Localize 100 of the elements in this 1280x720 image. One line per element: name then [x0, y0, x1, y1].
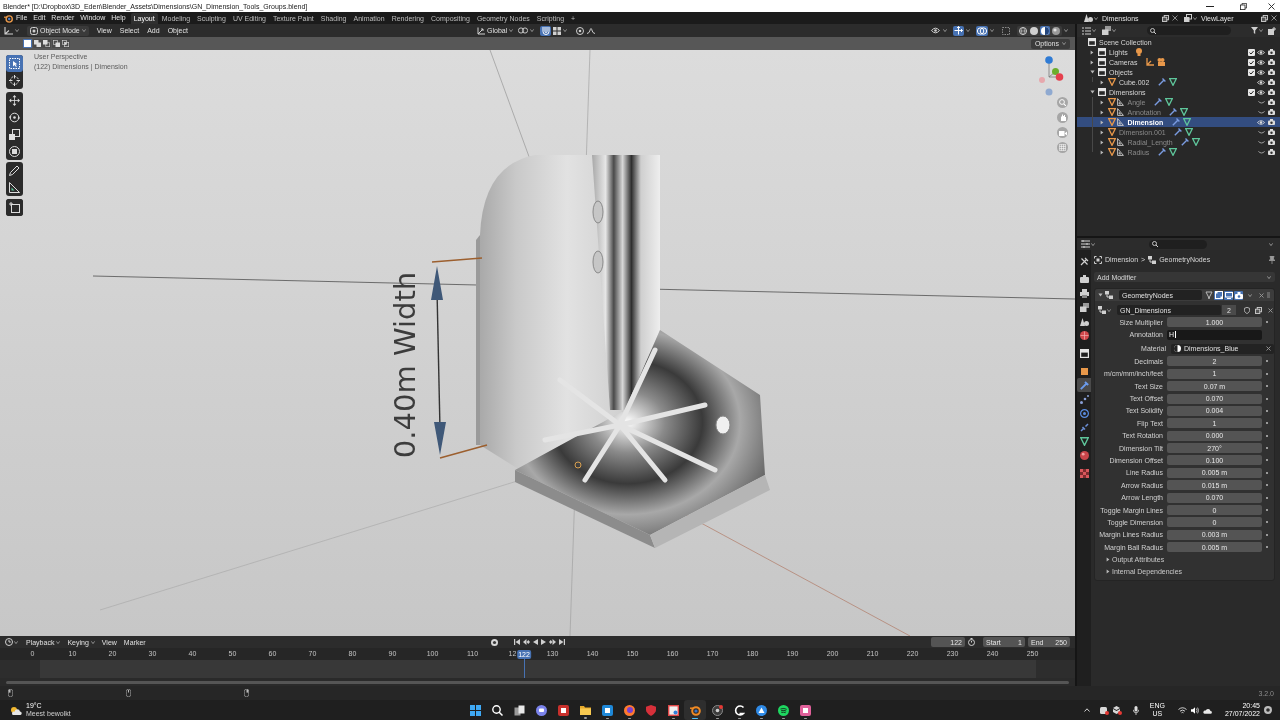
navigation-gizmo[interactable] [1038, 56, 1064, 96]
close-icon[interactable] [1266, 346, 1271, 352]
chevron-icon[interactable] [1090, 90, 1095, 94]
camera-icon[interactable] [1267, 59, 1275, 65]
camera-icon[interactable] [1267, 79, 1275, 85]
properties-tab[interactable] [1077, 300, 1091, 314]
stacked-images-icon[interactable] [1102, 26, 1111, 35]
closed-eye-icon[interactable] [1257, 130, 1265, 134]
shapes-icon[interactable] [1084, 14, 1093, 22]
triangle-icon[interactable] [1168, 148, 1177, 156]
add-cube-tool[interactable] [6, 198, 23, 216]
chevron-icon[interactable] [1090, 59, 1094, 65]
hammer-icon[interactable] [1171, 118, 1180, 126]
camera-icon[interactable] [1267, 139, 1275, 145]
chevron-icon[interactable] [1106, 556, 1110, 562]
eye-icon[interactable] [1257, 49, 1265, 55]
on-cage-toggle[interactable] [1204, 290, 1213, 300]
snap-toggle[interactable] [540, 25, 552, 36]
render-toggle[interactable] [1234, 290, 1243, 300]
measure-tool[interactable] [6, 179, 23, 196]
eye-icon[interactable] [1257, 59, 1265, 65]
selection-mode-button[interactable] [51, 39, 61, 48]
cloud-sun-icon[interactable] [10, 705, 22, 715]
visibility-toggle[interactable] [930, 25, 941, 36]
filter-icon[interactable] [1251, 27, 1258, 34]
chevron-icon[interactable] [1100, 139, 1104, 145]
xray-toggle[interactable] [1000, 25, 1011, 36]
camera-icon[interactable] [1267, 119, 1275, 125]
node-icon[interactable] [1098, 306, 1106, 314]
shading-button[interactable] [1029, 26, 1039, 35]
shield-icon[interactable] [1244, 306, 1250, 314]
layers-icon[interactable] [1184, 14, 1192, 22]
shading-button[interactable] [1040, 26, 1050, 35]
play-reverse-icon[interactable] [533, 639, 538, 645]
minimize-icon[interactable] [1206, 5, 1214, 7]
speaker-icon[interactable] [1190, 706, 1199, 714]
dimension-arrow[interactable] [431, 257, 488, 459]
chevron-icon[interactable] [1100, 129, 1104, 135]
selection-mode-button[interactable] [23, 39, 32, 48]
gizmo-toggle[interactable] [953, 25, 964, 36]
play-icon[interactable] [541, 639, 546, 645]
grip-icon[interactable] [1266, 292, 1271, 298]
properties-tab[interactable] [1077, 328, 1091, 342]
triangle-icon[interactable] [1168, 78, 1177, 86]
checkbox[interactable] [1247, 88, 1255, 96]
hammer-icon[interactable] [1181, 138, 1190, 146]
hammer-icon[interactable] [1157, 78, 1166, 86]
eye-icon[interactable] [1257, 69, 1265, 75]
copy-icon[interactable] [1255, 306, 1262, 314]
camera-icon[interactable] [1267, 89, 1275, 95]
metal-bracket-drawing[interactable] [476, 155, 770, 548]
checkbox[interactable] [1247, 48, 1255, 56]
shading-button[interactable] [1051, 26, 1061, 35]
eye-icon[interactable] [1257, 79, 1265, 85]
close-icon[interactable] [1268, 2, 1275, 10]
closed-eye-icon[interactable] [1257, 110, 1265, 114]
sliders-icon[interactable] [1081, 240, 1090, 248]
new-collection-icon[interactable] [1268, 26, 1276, 35]
cloud-icon[interactable] [1202, 706, 1212, 714]
axes-icon[interactable] [4, 26, 13, 35]
grid-squares-icon[interactable] [553, 26, 562, 35]
record-icon[interactable] [491, 638, 498, 646]
selection-mode-button[interactable] [32, 39, 42, 48]
chevron-icon[interactable] [1100, 79, 1104, 85]
closed-eye-icon[interactable] [1257, 140, 1265, 144]
scrollbar[interactable] [6, 680, 1069, 684]
restore-icon[interactable] [1240, 2, 1247, 10]
chevron-icon[interactable] [1098, 293, 1103, 297]
search-field[interactable] [1149, 239, 1207, 249]
camera-icon[interactable] [1267, 129, 1275, 135]
app-badge-icon[interactable] [1099, 705, 1109, 715]
pin-icon[interactable] [1269, 255, 1275, 264]
copy-icon[interactable] [1162, 14, 1169, 22]
bulb-icon[interactable] [1136, 48, 1143, 56]
wifi-icon[interactable] [1177, 706, 1187, 714]
properties-tab[interactable] [1077, 434, 1091, 448]
axes-icon[interactable] [1145, 58, 1154, 66]
camera-icon[interactable] [1267, 99, 1275, 105]
properties-tab[interactable] [1077, 346, 1091, 360]
close-icon[interactable] [1271, 15, 1277, 21]
checkbox[interactable] [1247, 68, 1255, 76]
hammer-icon[interactable] [1157, 148, 1166, 156]
box-badge-icon[interactable] [1112, 705, 1122, 715]
chevron-icon[interactable] [1100, 119, 1104, 125]
skip-start-icon[interactable] [514, 639, 520, 645]
hammer-icon[interactable] [1169, 108, 1178, 116]
chevron-icon[interactable] [1090, 49, 1094, 55]
next-keyframe-icon[interactable] [549, 639, 556, 645]
camera-icon[interactable] [1156, 58, 1165, 66]
camera-icon[interactable] [1267, 109, 1275, 115]
proportional-toggle[interactable] [574, 25, 586, 36]
notification-circle-icon[interactable] [1264, 706, 1272, 714]
checkbox[interactable] [1247, 58, 1255, 66]
falloff-curve-icon[interactable] [587, 27, 596, 34]
eye-icon[interactable] [1257, 89, 1265, 95]
properties-tab[interactable] [1077, 392, 1091, 406]
hammer-icon[interactable] [1174, 128, 1183, 136]
properties-tab[interactable] [1077, 286, 1091, 300]
chevron-icon[interactable] [1100, 109, 1104, 115]
microphone-icon[interactable] [1132, 705, 1139, 715]
